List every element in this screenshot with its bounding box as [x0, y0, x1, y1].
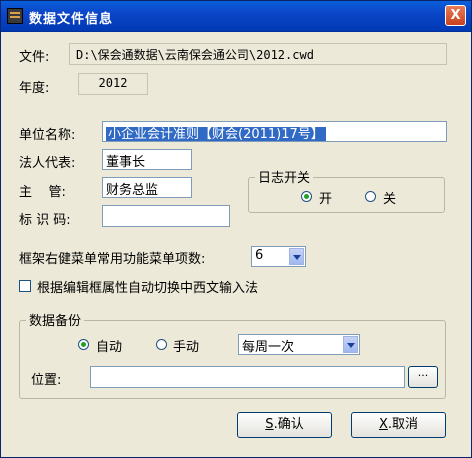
auto-ime-checkbox[interactable] [19, 280, 31, 292]
backup-frequency-select[interactable]: 每周一次 [238, 334, 360, 355]
id-code-input[interactable] [102, 205, 230, 227]
file-path-field: D:\保会通数据\云南保会通公司\2012.cwd [69, 43, 447, 65]
backup-auto-radio[interactable] [78, 339, 89, 350]
legal-rep-label: 法人代表: [19, 156, 76, 171]
backup-auto-label[interactable]: 自动 [96, 336, 122, 355]
menu-items-select[interactable]: 6 [251, 246, 306, 267]
window-title: 数据文件信息 [29, 12, 114, 27]
browse-button[interactable]: ··· [408, 366, 438, 388]
supervisor-input[interactable]: 财务总监 [102, 177, 192, 198]
year-label: 年度: [19, 81, 50, 96]
cancel-label: .取消 [387, 417, 419, 432]
log-on-radio[interactable] [301, 191, 312, 202]
backup-manual-label[interactable]: 手动 [173, 336, 199, 355]
app-icon [7, 8, 23, 24]
year-field: 2012 [78, 73, 148, 95]
cancel-button[interactable]: X.取消 [351, 412, 446, 438]
backup-frequency-value: 每周一次 [242, 340, 295, 355]
ok-label: .确认 [273, 417, 304, 432]
id-code-label: 标 识 码: [19, 213, 71, 228]
supervisor-label: 主 管: [19, 185, 66, 200]
unit-name-value: 小企业会计准则【财会(2011)17号】 [106, 127, 326, 142]
file-label: 文件: [19, 50, 50, 65]
menu-items-label: 框架右健菜单常用功能菜单项数: [19, 252, 206, 267]
chevron-down-icon[interactable] [289, 248, 304, 265]
backup-title: 数据备份 [26, 310, 85, 329]
backup-location-input[interactable] [90, 366, 405, 388]
title-bar[interactable]: 数据文件信息 X [1, 1, 471, 32]
backup-manual-radio[interactable] [156, 339, 167, 350]
chevron-down-icon[interactable] [343, 336, 358, 353]
menu-items-value: 6 [255, 248, 264, 263]
ok-shortcut-key: S [265, 417, 274, 432]
backup-location-label: 位置: [31, 373, 62, 388]
auto-ime-label[interactable]: 根据编辑框属性自动切换中西文输入法 [37, 277, 258, 296]
log-off-label[interactable]: 关 [383, 188, 396, 207]
close-button[interactable]: X [445, 5, 466, 26]
cancel-shortcut-key: X [378, 417, 388, 432]
legal-rep-input[interactable]: 董事长 [102, 149, 192, 170]
unit-name-label: 单位名称: [19, 128, 76, 143]
dialog-window: 数据文件信息 X 文件: D:\保会通数据\云南保会通公司\2012.cwd 年… [0, 0, 472, 458]
log-switch-title: 日志开关 [255, 167, 314, 186]
log-on-label[interactable]: 开 [319, 188, 332, 207]
unit-name-input[interactable]: 小企业会计准则【财会(2011)17号】 [102, 121, 447, 142]
ok-button[interactable]: S.确认 [237, 412, 332, 438]
log-off-radio[interactable] [365, 191, 376, 202]
